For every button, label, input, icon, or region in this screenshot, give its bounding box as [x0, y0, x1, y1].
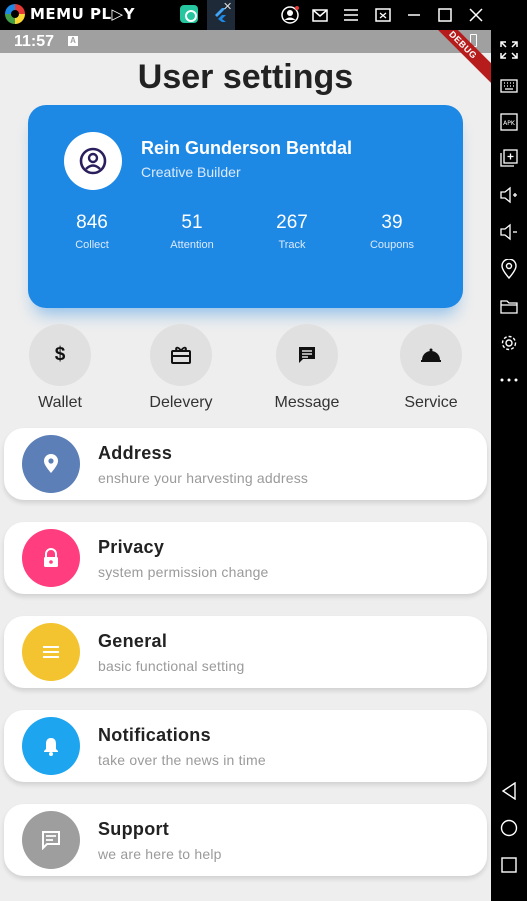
wallet-button[interactable]: $ Wallet [10, 324, 110, 412]
minimize-icon[interactable] [403, 4, 425, 26]
avatar[interactable] [64, 132, 122, 190]
service-button[interactable]: Service [381, 324, 481, 412]
profile-card[interactable]: Rein Gunderson Bentdal Creative Builder … [28, 105, 463, 308]
account-circle-icon [79, 147, 107, 175]
bell-icon [22, 717, 80, 775]
emulator-title-bar: MEMU PL▷Y ✕ [0, 0, 527, 30]
app-tab-icon[interactable] [180, 5, 198, 23]
screen-icon[interactable] [372, 4, 394, 26]
menu-subtitle: basic functional setting [98, 658, 245, 674]
menu-item-address[interactable]: Address enshure your harvesting address [4, 428, 487, 500]
status-time: 11:57 [14, 33, 55, 50]
stat-label: Track [278, 239, 306, 251]
menu-lines-icon [22, 623, 80, 681]
volume-up-icon[interactable] [499, 185, 519, 205]
back-icon[interactable] [499, 781, 519, 801]
stat-value: 267 [276, 212, 308, 233]
quick-actions: $ Wallet Delevery Message Service [0, 324, 491, 414]
home-icon[interactable] [499, 818, 519, 838]
profile-name: Rein Gunderson Bentdal [141, 138, 353, 158]
apk-icon[interactable]: APK [499, 112, 519, 132]
mail-icon[interactable] [309, 4, 331, 26]
emulator-toolbar: APK [491, 30, 527, 901]
menu-title: General [98, 631, 168, 651]
stat-collect[interactable]: 846 Collect [42, 212, 142, 251]
delivery-button[interactable]: Delevery [131, 324, 231, 412]
stat-coupons[interactable]: 39 Coupons [342, 212, 442, 251]
close-icon[interactable] [465, 4, 487, 26]
page-title: User settings [137, 58, 354, 96]
add-window-icon[interactable] [499, 148, 519, 168]
quick-action-label: Service [404, 394, 458, 411]
stat-value: 39 [381, 212, 403, 233]
menu-subtitle: system permission change [98, 564, 269, 580]
profile-role: Creative Builder [141, 164, 241, 180]
location-pin-icon [22, 435, 80, 493]
menu-title: Privacy [98, 537, 165, 557]
profile-stats: 846 Collect 51 Attention 267 Track 39 Co… [42, 212, 442, 251]
quick-action-label: Wallet [38, 394, 82, 411]
stat-label: Attention [170, 239, 214, 251]
room-service-icon [400, 324, 462, 386]
memu-logo-text: MEMU PL▷Y [30, 5, 135, 23]
menu-item-notifications[interactable]: Notifications take over the news in time [4, 710, 487, 782]
chat-icon [22, 811, 80, 869]
tab-close-icon[interactable]: ✕ [223, 0, 232, 13]
stat-value: 51 [181, 212, 203, 233]
menu-title: Notifications [98, 725, 211, 745]
account-icon[interactable] [279, 4, 301, 26]
menu-title: Address [98, 443, 173, 463]
menu-item-support[interactable]: Support we are here to help [4, 804, 487, 876]
message-button[interactable]: Message [257, 324, 357, 412]
more-icon[interactable] [499, 370, 519, 390]
stat-label: Collect [75, 239, 109, 251]
notification-badge-icon: A [68, 36, 78, 46]
lock-icon [22, 529, 80, 587]
maximize-icon[interactable] [434, 4, 456, 26]
stat-attention[interactable]: 51 Attention [142, 212, 242, 251]
android-status-bar: 11:57 A [0, 30, 491, 53]
dollar-icon: $ [29, 324, 91, 386]
menu-icon[interactable] [340, 4, 362, 26]
menu-subtitle: we are here to help [98, 846, 222, 862]
folder-icon[interactable] [499, 296, 519, 316]
recents-icon[interactable] [499, 855, 519, 875]
message-icon [276, 324, 338, 386]
menu-item-privacy[interactable]: Privacy system permission change [4, 522, 487, 594]
menu-subtitle: enshure your harvesting address [98, 470, 309, 486]
menu-item-general[interactable]: General basic functional setting [4, 616, 487, 688]
fullscreen-icon[interactable] [499, 40, 519, 60]
location-icon[interactable] [499, 259, 519, 279]
gift-card-icon [150, 324, 212, 386]
menu-title: Support [98, 819, 170, 839]
quick-action-label: Message [274, 394, 340, 411]
svg-text:APK: APK [503, 120, 516, 127]
stat-label: Coupons [369, 239, 415, 251]
quick-action-label: Delevery [149, 394, 213, 411]
keyboard-icon[interactable] [499, 76, 519, 96]
memu-logo: MEMU PL▷Y [5, 4, 135, 24]
phone-screen: 11:57 A DEBUG User settings Rein Gunders… [0, 30, 491, 901]
settings-icon[interactable] [499, 333, 519, 353]
stat-value: 846 [76, 212, 108, 233]
stat-track[interactable]: 267 Track [242, 212, 342, 251]
menu-subtitle: take over the news in time [98, 752, 266, 768]
volume-down-icon[interactable] [499, 222, 519, 242]
memu-logo-icon [5, 4, 25, 24]
